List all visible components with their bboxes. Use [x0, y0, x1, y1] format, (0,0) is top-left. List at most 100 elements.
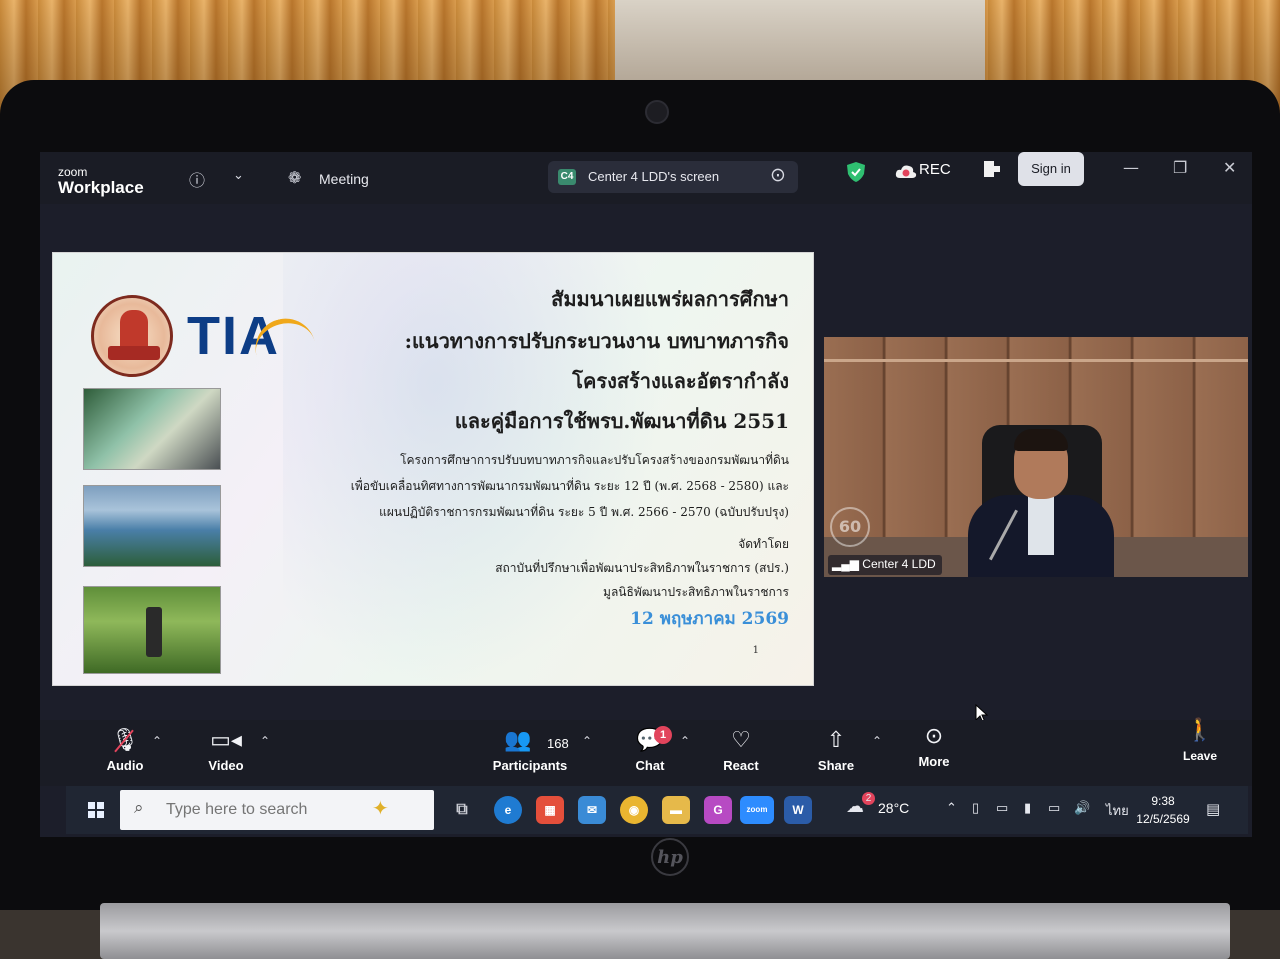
webcam: [645, 100, 669, 124]
shared-screen-tab[interactable]: C4 Center 4 LDD's screen: [548, 161, 798, 193]
sign-in-button[interactable]: Sign in: [1018, 152, 1084, 186]
participants-label: Participants: [492, 758, 568, 773]
chrome-icon[interactable]: ◉: [620, 796, 648, 824]
seal-figure: [120, 310, 148, 350]
chat-options-caret-icon[interactable]: ⌃: [680, 734, 690, 748]
participant-video-tile[interactable]: 60 ▂▄▆ Center 4 LDD: [824, 337, 1248, 577]
slide-title-line-1: สัมมนาเผยแพร่ผลการศึกษา: [551, 287, 789, 311]
notification-icon[interactable]: ▤: [1206, 800, 1220, 818]
slide-prepared-by: จัดทำโดย: [738, 537, 789, 551]
share-button[interactable]: ⇧ Share: [816, 726, 856, 773]
signal-bars-icon: ▂▄▆: [832, 557, 863, 571]
slide-org-1: สถาบันที่ปรึกษาเพื่อพัฒนาประสิทธิภาพในรา…: [495, 561, 789, 575]
more-options-icon[interactable]: ⊙: [770, 164, 786, 186]
zoom-meeting-toolbar: 🎙 Audio ⌃ ▭◂ Video ⌃ 👥 Participants 168 …: [40, 717, 1252, 786]
heart-icon: ♡: [731, 727, 751, 752]
usb-icon[interactable]: ▮: [1024, 800, 1031, 816]
slide-title-line-4: และคู่มือการใช้พรบ.พัฒนาที่ดิน 2551: [454, 409, 789, 433]
search-highlight-icon: ✦: [372, 796, 389, 820]
task-view-icon[interactable]: ⧉: [448, 796, 476, 824]
leave-icon: 🚶: [1186, 717, 1214, 742]
more-button[interactable]: ⊙ More: [914, 722, 954, 769]
camera-icon: ▭◂: [210, 727, 242, 752]
slide-subtitle-line-2: เพื่อขับเคลื่อนทิศทางการพัฒนากรมพัฒนาที่…: [350, 479, 789, 493]
windows-taskbar: ⌕ ✦ ⧉ e ▦ ✉ ◉ ▬ G zoom W ☁ 2 28°C ⌃ ▯ ▭ …: [66, 786, 1248, 834]
land-development-department-seal: [91, 295, 173, 377]
participants-options-caret-icon[interactable]: ⌃: [582, 734, 592, 748]
info-icon[interactable]: ⓘ: [189, 167, 205, 191]
weather-temperature[interactable]: 28°C: [878, 800, 909, 816]
slide-page-number: 1: [752, 645, 759, 656]
restore-icon[interactable]: ❐: [1173, 158, 1187, 177]
audio-label: Audio: [106, 758, 144, 773]
zoom-workplace-logo: zoom Workplace: [58, 166, 144, 198]
search-icon: ⌕: [134, 798, 144, 818]
close-icon[interactable]: ✕: [1223, 158, 1236, 177]
store-icon[interactable]: ▦: [536, 796, 564, 824]
zoom-title-bar: zoom Workplace ⓘ ⌄ ❁ Meeting C4 Center 4…: [40, 152, 1252, 204]
mail-icon[interactable]: ✉: [578, 796, 606, 824]
windows-start-icon[interactable]: [88, 802, 104, 818]
network-icon[interactable]: ▭: [1048, 800, 1060, 816]
leave-button[interactable]: 🚶 Leave: [1180, 716, 1220, 763]
video-button[interactable]: ▭◂ Video: [203, 726, 249, 773]
slide-thumbnail-sprinkler: [83, 586, 221, 674]
word-icon[interactable]: W: [784, 796, 812, 824]
seal-band: [108, 346, 160, 360]
chat-label: Chat: [635, 758, 665, 773]
speaker-hair: [1014, 429, 1068, 451]
zoom-taskbar-app[interactable]: zoom: [740, 796, 774, 824]
participants-count: 168: [547, 736, 569, 751]
recording-label[interactable]: REC: [919, 161, 951, 178]
taskbar-clock[interactable]: 9:38 12/5/2569: [1128, 792, 1198, 828]
more-label: More: [918, 754, 950, 769]
slide-subtitle-line-3: แผนปฏิบัติราชการกรมพัฒนาที่ดิน ระยะ 5 ปี…: [379, 505, 789, 519]
more-dots-icon: ⊙: [924, 723, 944, 748]
taskbar-search-input[interactable]: [166, 798, 396, 822]
share-options-caret-icon[interactable]: ⌃: [872, 734, 882, 748]
tray-device-icon[interactable]: ▯: [972, 800, 979, 816]
leave-label: Leave: [1182, 749, 1218, 763]
meeting-label[interactable]: Meeting: [319, 171, 369, 187]
participant-name-tag: ▂▄▆ Center 4 LDD: [828, 555, 942, 575]
shared-screen-label: Center 4 LDD's screen: [588, 169, 720, 184]
audio-options-caret-icon[interactable]: ⌃: [152, 734, 162, 748]
meeting-paw-icon: ❁: [288, 168, 302, 187]
video-watermark-logo: 60: [830, 507, 870, 547]
minimize-icon[interactable]: —: [1123, 158, 1139, 177]
speaker-shirt: [1028, 495, 1054, 555]
slide-thumbnail-field: [83, 485, 221, 567]
clock-date: 12/5/2569: [1136, 812, 1190, 826]
video-label: Video: [208, 758, 244, 773]
tray-expand-icon[interactable]: ⌃: [946, 800, 957, 816]
chat-unread-badge: 1: [654, 726, 672, 744]
sprinkler-head: [146, 607, 162, 657]
security-shield-icon[interactable]: [846, 161, 866, 183]
slide-title-line-2: :แนวทางการปรับกระบวนงาน บทบาทภารกิจ: [404, 329, 789, 353]
video-options-caret-icon[interactable]: ⌃: [260, 734, 270, 748]
weather-badge: 2: [862, 792, 875, 805]
speaker-volume-icon[interactable]: 🔊: [1074, 800, 1090, 816]
battery-icon[interactable]: ▭: [996, 800, 1008, 816]
taskbar-search-box[interactable]: ⌕ ✦: [120, 790, 434, 830]
react-button[interactable]: ♡ React: [720, 726, 762, 773]
slide-subtitle-line-1: โครงการศึกษาการปรับบทบาทภารกิจและปรับโคร…: [400, 453, 789, 467]
share-screen-icon: ⇧: [826, 727, 846, 752]
screen-owner-badge: C4: [558, 169, 576, 185]
react-label: React: [723, 758, 759, 773]
slide-org-2: มูลนิธิพัฒนาประสิทธิภาพในราชการ: [603, 585, 789, 599]
slide-date: 12 พฤษภาคม 2569: [630, 609, 789, 629]
input-language[interactable]: ไทย: [1106, 800, 1129, 821]
shared-slide: TIA สัมมนาเผยแพร่ผลการศึกษา :แนวทางการปร…: [52, 252, 814, 686]
laptop-screen: zoom Workplace ⓘ ⌄ ❁ Meeting C4 Center 4…: [40, 152, 1252, 837]
file-explorer-icon[interactable]: ▬: [662, 796, 690, 824]
slide-title-line-3: โครงสร้างและอัตรากำลัง: [572, 369, 789, 393]
share-label: Share: [817, 758, 855, 773]
exit-fullscreen-icon[interactable]: [983, 160, 1001, 178]
chevron-down-icon[interactable]: ⌄: [233, 168, 244, 183]
clock-time: 9:38: [1151, 794, 1175, 808]
zoom-brand-top: zoom: [58, 165, 88, 179]
edge-browser-icon[interactable]: e: [494, 796, 522, 824]
audio-button[interactable]: 🎙 Audio: [102, 726, 148, 773]
pdf-app-icon[interactable]: G: [704, 796, 732, 824]
